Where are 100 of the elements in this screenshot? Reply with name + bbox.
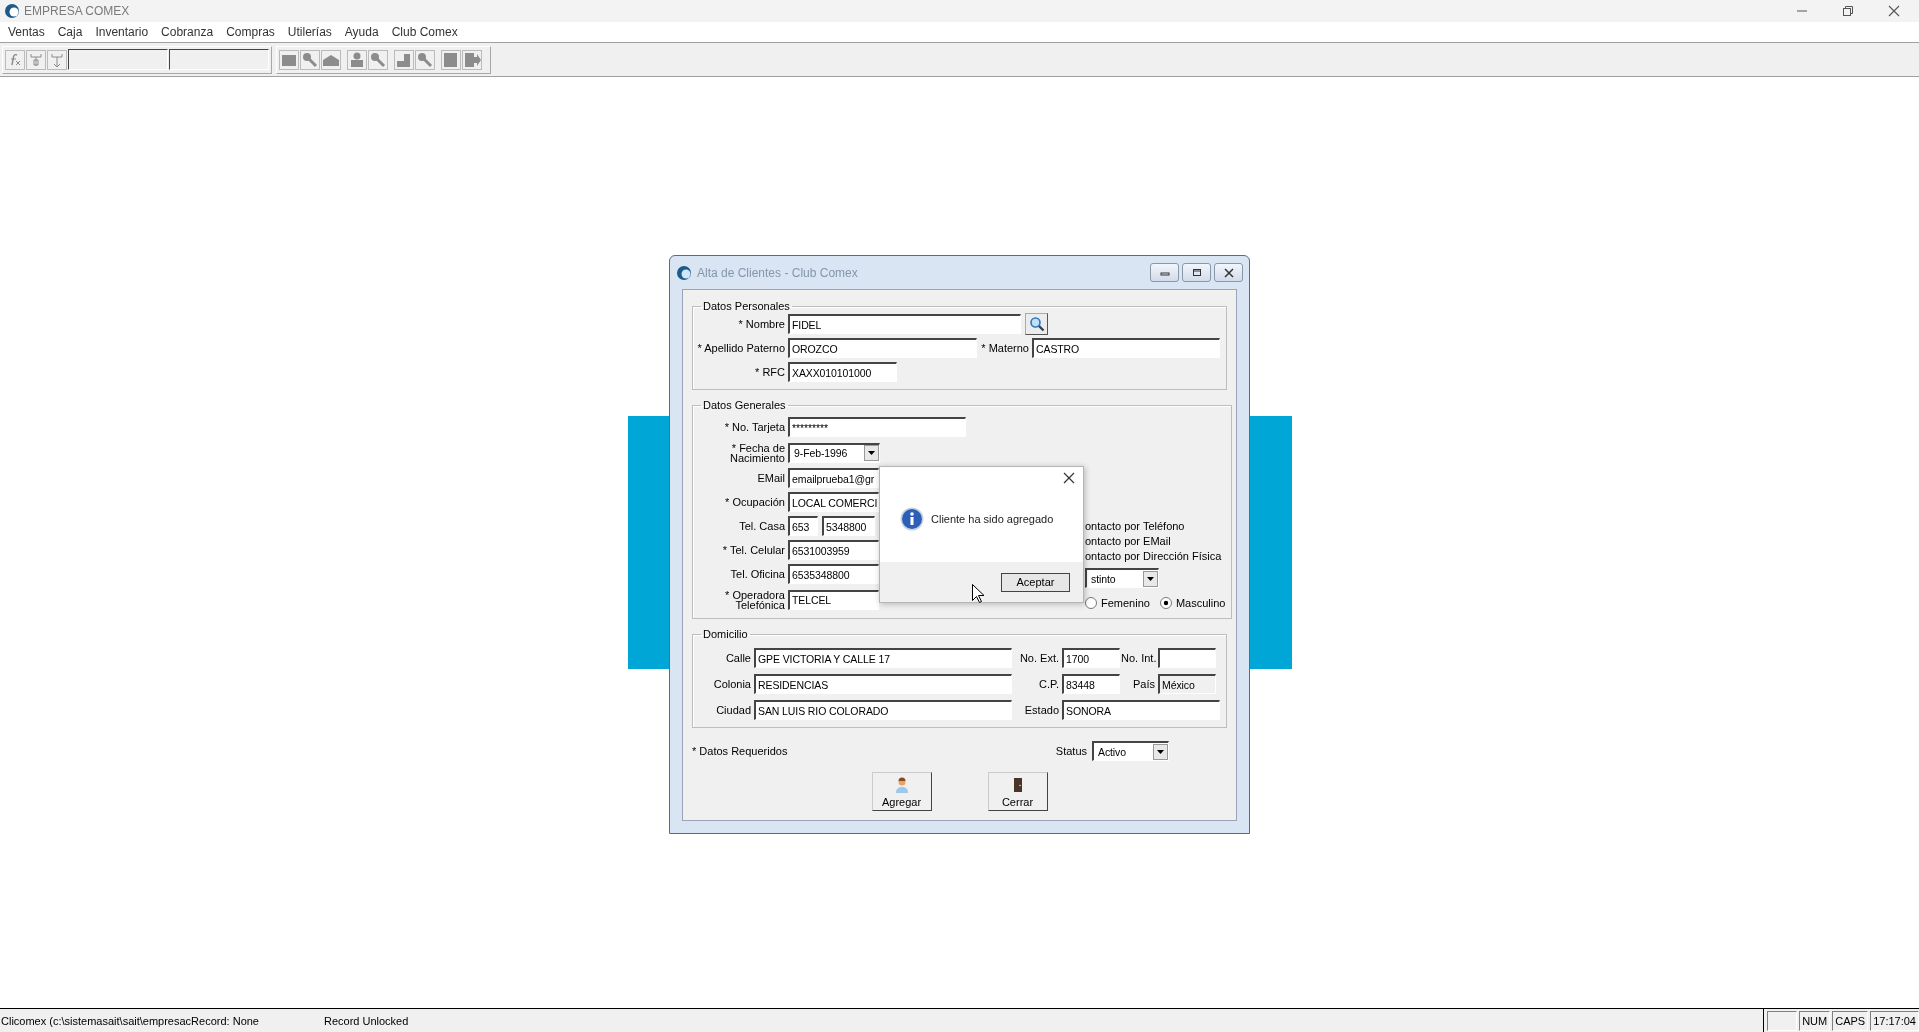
- text-field[interactable]: LOCAL COMERCI: [788, 492, 879, 512]
- status-pane: [1767, 1010, 1798, 1031]
- menu-item[interactable]: Club Comex: [385, 25, 465, 39]
- text-field[interactable]: CASTRO: [1032, 338, 1220, 358]
- field-label: * Nombre: [737, 318, 785, 330]
- dropdown-value: Activo: [1097, 745, 1126, 758]
- menu-item[interactable]: Ventas: [2, 25, 52, 39]
- text-field[interactable]: TELCEL: [788, 589, 879, 610]
- close-icon: [1222, 267, 1235, 278]
- person-icon: [893, 777, 910, 793]
- field-label: EMail: [756, 472, 785, 484]
- text-field[interactable]: XAXX010101000: [788, 362, 897, 382]
- checkbox-label: ontacto por Dirección Física: [1085, 549, 1223, 564]
- dropdown[interactable]: stinto: [1085, 568, 1159, 588]
- text-field[interactable]: *********: [788, 417, 966, 437]
- menu-item[interactable]: Caja: [51, 25, 90, 39]
- field-label: * No. Tarjeta: [723, 421, 785, 433]
- field-label: No. Int.: [1121, 652, 1155, 664]
- field-label: * RFC: [754, 366, 785, 378]
- group-title: Domicilio: [702, 628, 749, 640]
- checkbox-label: ontacto por EMail: [1085, 534, 1172, 549]
- field-label: Tel. Oficina: [729, 568, 785, 580]
- house-icon[interactable]: [321, 49, 341, 70]
- function-icon[interactable]: [5, 49, 25, 70]
- field-label: * Tel. Celular: [721, 544, 785, 556]
- text-field[interactable]: 6531003959: [788, 540, 879, 560]
- text-field[interactable]: [1158, 648, 1216, 668]
- toolbar-field[interactable]: [169, 49, 269, 70]
- text-field[interactable]: GPE VICTORIA Y CALLE 17: [754, 648, 1012, 668]
- maximize-icon: [1190, 267, 1203, 278]
- app-logo-icon: [676, 264, 692, 281]
- text-field[interactable]: 653: [788, 516, 818, 536]
- dialog-title: Alta de Clientes - Club Comex: [697, 265, 858, 280]
- radio-label: Masculino: [1175, 597, 1226, 609]
- field-label: Colonia: [712, 678, 751, 690]
- tree-icon[interactable]: [26, 49, 46, 70]
- text-field[interactable]: SAN LUIS RIO COLORADO: [754, 700, 1012, 720]
- text-field[interactable]: 5348800: [822, 516, 875, 536]
- ok-button[interactable]: Aceptar: [1001, 572, 1070, 592]
- status-dropdown[interactable]: Activo: [1092, 741, 1169, 761]
- status-text: Record: None: [191, 1014, 259, 1027]
- field-label: C.P.: [1038, 678, 1059, 690]
- field-label: * Materno: [980, 342, 1029, 354]
- close-button[interactable]: [1214, 263, 1243, 282]
- text-field[interactable]: 1700: [1062, 648, 1120, 668]
- restore-icon[interactable]: [1841, 4, 1855, 18]
- text-field[interactable]: FIDEL: [788, 314, 1021, 334]
- status-indicator: 17:17:04: [1870, 1010, 1919, 1031]
- close-icon[interactable]: [1887, 4, 1901, 18]
- field-label: País: [1132, 678, 1155, 690]
- menu-item[interactable]: Ayuda: [338, 25, 386, 39]
- search-icon[interactable]: [300, 49, 320, 70]
- message-text: Cliente ha sido agregado: [931, 512, 1054, 525]
- exit-icon[interactable]: [462, 49, 482, 70]
- search-button[interactable]: [1025, 313, 1048, 335]
- radio-label: Femenino: [1101, 597, 1150, 609]
- text-field[interactable]: RESIDENCIAS: [754, 674, 1012, 694]
- dropdown-value: 9-Feb-1996: [793, 447, 848, 459]
- text-field[interactable]: 6535348800: [788, 564, 879, 584]
- box-icon[interactable]: [279, 49, 299, 70]
- status-indicator: NUM: [1799, 1010, 1831, 1031]
- menu-item[interactable]: Compras: [220, 25, 282, 39]
- maximize-button[interactable]: [1182, 263, 1211, 282]
- text-field[interactable]: emailprueba1@gr: [788, 468, 879, 488]
- toolbar-field[interactable]: [68, 49, 168, 70]
- field-label: Calle: [724, 652, 751, 664]
- text-field[interactable]: OROZCO: [788, 338, 977, 358]
- field-label: * Apellido Paterno: [696, 342, 785, 354]
- radio-button[interactable]: [1085, 597, 1097, 609]
- window-title: EMPRESA COMEX: [24, 4, 130, 18]
- search-icon: [1028, 316, 1045, 332]
- app-logo-icon: [4, 3, 20, 19]
- search-icon[interactable]: [368, 49, 388, 70]
- stairs-icon[interactable]: [394, 49, 414, 70]
- field-label: Tel. Casa: [738, 520, 785, 532]
- close-button[interactable]: Cerrar: [987, 772, 1048, 811]
- search-icon[interactable]: [415, 49, 435, 70]
- status-text: Record Unlocked: [324, 1014, 409, 1027]
- status-text: Clicomex (c:\sistemasait\sait\empresac: [1, 1014, 192, 1027]
- field-label: * Fecha de Nacimiento: [728, 442, 785, 463]
- radio-button[interactable]: [1159, 597, 1172, 609]
- person-icon[interactable]: [347, 49, 367, 70]
- menu-item[interactable]: Utilerías: [281, 25, 339, 39]
- text-field[interactable]: SONORA: [1062, 700, 1220, 720]
- field-label: Estado: [1023, 704, 1059, 716]
- checkbox-label: ontacto por Teléfono: [1085, 519, 1186, 534]
- tree-icon[interactable]: [47, 49, 67, 70]
- square-icon[interactable]: [441, 49, 461, 70]
- date-dropdown[interactable]: 9-Feb-1996: [788, 442, 880, 463]
- close-icon[interactable]: [1063, 472, 1075, 484]
- group-title: Datos Personales: [702, 300, 791, 312]
- status-indicator: CAPS: [1832, 1010, 1869, 1031]
- add-button[interactable]: Agregar: [871, 772, 932, 811]
- menu-item[interactable]: Inventario: [89, 25, 156, 39]
- group-title: Datos Generales: [702, 399, 787, 411]
- field-label: * Ocupación: [724, 496, 785, 508]
- field-label: * Operadora Telefónica: [724, 589, 785, 610]
- dropdown-value: stinto: [1090, 572, 1116, 585]
- menu-item[interactable]: Cobranza: [155, 25, 221, 39]
- text-field[interactable]: 83448: [1062, 674, 1120, 694]
